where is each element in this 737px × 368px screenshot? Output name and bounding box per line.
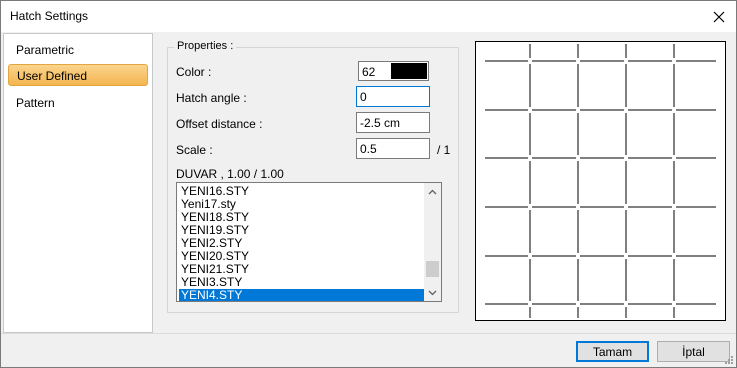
offset-distance-input[interactable]	[356, 112, 430, 133]
properties-legend: Properties :	[174, 40, 237, 52]
hatch-style-list[interactable]: YENI16.STY Yeni17.sty YENI18.STY YENI19.…	[176, 182, 442, 302]
list-scrollbar[interactable]	[424, 183, 441, 301]
offset-distance-label: Offset distance :	[176, 117, 263, 131]
title-bar: Hatch Settings	[1, 1, 736, 32]
scale-label: Scale :	[176, 143, 213, 157]
color-label: Color :	[176, 65, 212, 79]
properties-panel: Properties : Color : 62 Hatch angle : Of…	[155, 33, 465, 333]
hatch-angle-label: Hatch angle :	[176, 91, 247, 105]
hatch-angle-input[interactable]	[356, 86, 430, 107]
hatch-preview	[475, 41, 726, 321]
resize-grip-icon[interactable]	[723, 354, 733, 364]
color-picker[interactable]: 62	[358, 61, 429, 81]
window-title: Hatch Settings	[10, 9, 89, 23]
nav-item-label: Parametric	[16, 43, 75, 57]
chevron-down-icon	[428, 290, 437, 295]
nav-item-user-defined[interactable]: User Defined	[8, 64, 148, 86]
list-item-selected[interactable]: YENI4.STY	[179, 289, 424, 301]
style-info: DUVAR , 1.00 / 1.00	[176, 167, 284, 181]
hatch-settings-dialog: Hatch Settings Parametric User Defined P…	[0, 0, 737, 368]
nav-item-parametric[interactable]: Parametric	[8, 39, 148, 61]
chevron-up-icon	[428, 189, 437, 194]
close-icon	[713, 11, 725, 22]
scroll-up-button[interactable]	[424, 183, 441, 200]
footer-divider	[1, 333, 736, 334]
scale-unit: / 1	[437, 143, 451, 157]
cancel-button[interactable]: İptal	[657, 341, 730, 362]
hatch-type-list: Parametric User Defined Pattern	[3, 33, 153, 333]
ok-button[interactable]: Tamam	[576, 341, 649, 362]
scroll-thumb[interactable]	[426, 261, 439, 277]
scroll-down-button[interactable]	[424, 284, 441, 301]
nav-item-pattern[interactable]: Pattern	[8, 92, 148, 114]
color-number: 62	[362, 65, 376, 79]
nav-item-label: User Defined	[17, 69, 88, 83]
close-button[interactable]	[702, 1, 736, 32]
color-swatch	[391, 63, 427, 79]
nav-item-label: Pattern	[16, 96, 55, 110]
hatch-preview-pattern	[485, 44, 716, 318]
scale-input[interactable]	[356, 138, 430, 159]
